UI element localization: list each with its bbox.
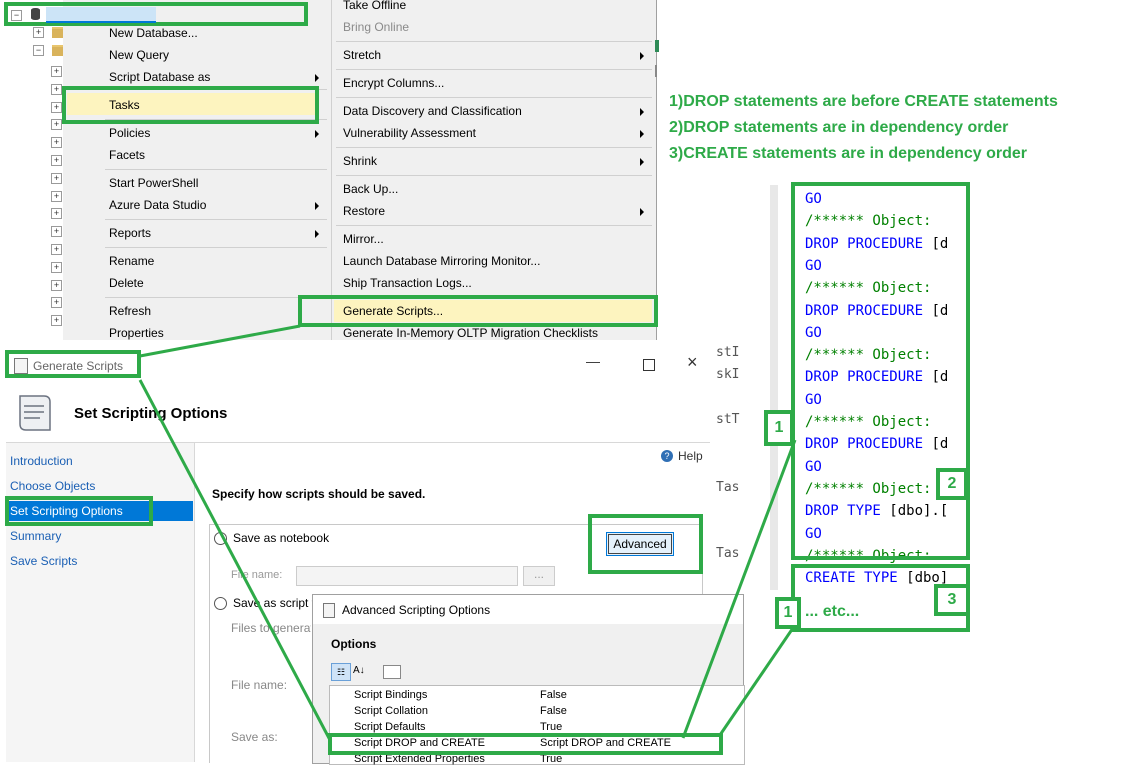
highlight-dialog-title xyxy=(5,350,141,378)
marker-3: 3 xyxy=(934,584,970,616)
selected-database-node[interactable] xyxy=(46,7,156,23)
highlight-advanced-button xyxy=(588,514,703,574)
marker-1: 1 xyxy=(764,410,794,446)
marker-2: 2 xyxy=(936,468,968,500)
connector-etc xyxy=(718,624,797,736)
connector-set-scripting-options xyxy=(138,379,332,741)
marker-1b: 1 xyxy=(775,597,801,629)
highlight-set-scripting-options xyxy=(5,496,153,526)
highlight-generate-scripts xyxy=(298,295,658,327)
highlight-drop-statements xyxy=(791,182,970,560)
highlight-drop-create-option xyxy=(328,733,723,755)
connector-generate-scripts xyxy=(139,324,301,358)
connector-drop-create xyxy=(681,439,797,739)
highlight-tasks xyxy=(62,86,319,124)
